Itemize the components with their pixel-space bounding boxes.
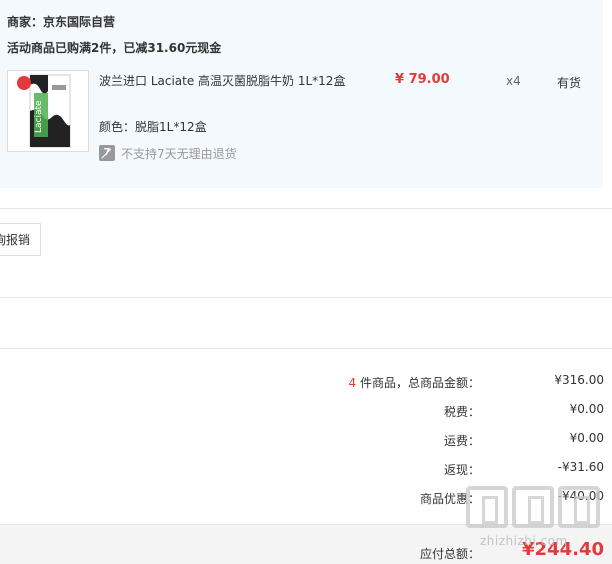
- site-watermark: zhizhizhi.com: [466, 486, 600, 548]
- product-thumbnail[interactable]: Laciate: [7, 70, 89, 152]
- product-name-link[interactable]: 波兰进口 Laciate 高温灭菌脱脂牛奶 1L*12盒: [99, 72, 345, 89]
- section-divider: [0, 348, 612, 349]
- goods-total-label: 4 件商品，总商品金额：: [348, 376, 480, 390]
- payable-label: 应付总额：: [419, 547, 480, 561]
- stock-status: 有货: [557, 76, 582, 90]
- section-divider: [0, 297, 612, 298]
- shipping-value: ¥0.00: [569, 431, 604, 445]
- section-divider: [0, 208, 612, 209]
- watermark-logo: [466, 486, 600, 528]
- product-quantity: x4: [506, 74, 521, 88]
- product-color-spec: 颜色：脱脂1L*12盒: [99, 120, 207, 134]
- thumbnail-brand-text: Laciate: [34, 100, 44, 133]
- milk-carton-image: Laciate: [17, 74, 71, 148]
- merchant-name: 商家：京东国际自营: [7, 15, 116, 29]
- promotion-notice: 活动商品已购满2件，已减31.60元现金: [7, 41, 222, 55]
- return-policy-row: 7 不支持7天无理由退货: [99, 145, 237, 161]
- invoice-button[interactable]: 询报销: [0, 223, 41, 256]
- product-price: ¥ 79.00: [395, 72, 450, 87]
- watermark-text: zhizhizhi.com: [480, 534, 568, 548]
- goods-total-value: ¥316.00: [554, 373, 604, 387]
- tax-label: 税费：: [443, 405, 480, 419]
- no-return-icon: 7: [99, 145, 115, 161]
- tax-value: ¥0.00: [569, 402, 604, 416]
- rebate-label: 返现：: [443, 463, 480, 477]
- rebate-value: -¥31.60: [557, 460, 604, 474]
- order-item-panel: 商家：京东国际自营 活动商品已购满2件，已减31.60元现金 Laciate 波…: [0, 0, 603, 188]
- return-policy-text: 不支持7天无理由退货: [121, 146, 237, 161]
- shipping-label: 运费：: [443, 434, 480, 448]
